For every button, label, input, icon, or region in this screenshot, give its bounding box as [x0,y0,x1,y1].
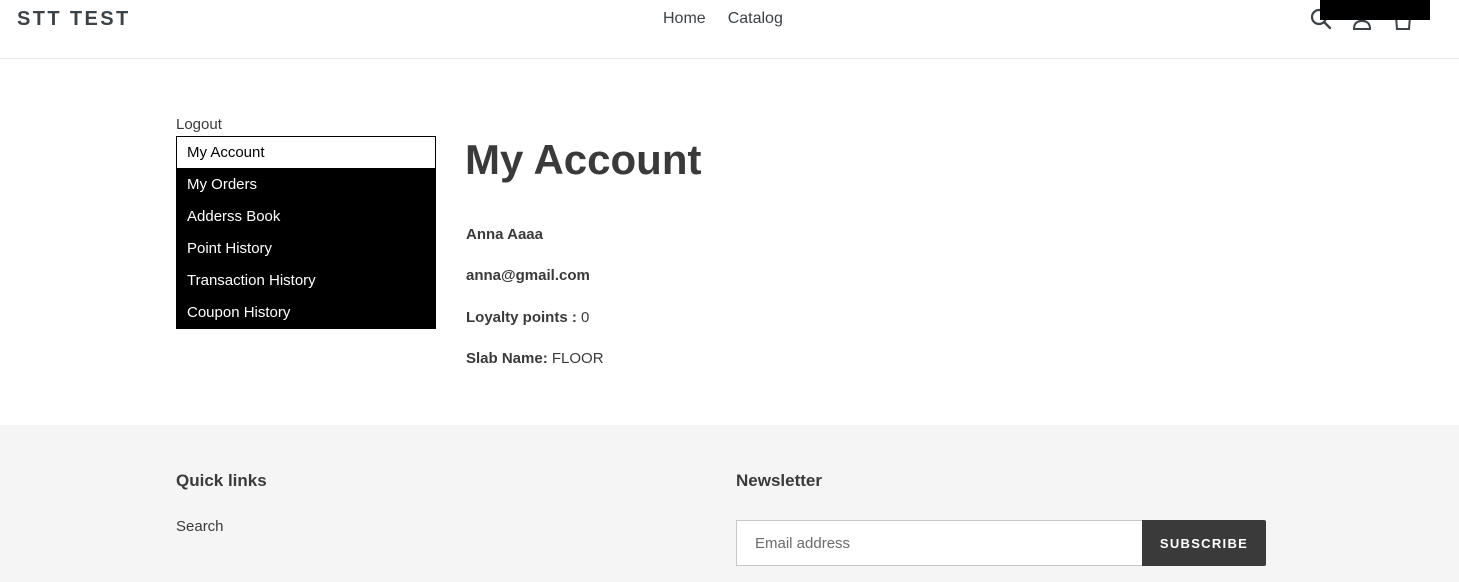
menu-item-coupon-history[interactable]: Coupon History [176,297,436,329]
menu-item-transaction-history[interactable]: Transaction History [176,265,436,297]
quick-links-heading: Quick links [176,471,267,490]
newsletter-heading: Newsletter [736,471,822,490]
subscribe-button[interactable]: SUBSCRIBE [1142,520,1266,566]
slab-name-value: FLOOR [551,350,604,367]
site-header: STT TEST Home Catalog [0,0,1459,59]
menu-item-my-account[interactable]: My Account [176,136,436,169]
footer-search-link[interactable]: Search [176,518,224,535]
menu-item-point-history[interactable]: Point History [176,233,436,265]
nav-home-link[interactable]: Home [663,10,706,28]
main-nav: Home Catalog [663,10,783,28]
site-logo[interactable]: STT TEST [17,8,131,30]
redaction-box [1320,0,1430,20]
menu-item-address-book[interactable]: Adderss Book [176,201,436,233]
customer-name: Anna Aaaa [466,226,543,243]
customer-email: anna@gmail.com [466,267,590,284]
newsletter-email-input[interactable] [736,520,1143,566]
logout-link[interactable]: Logout [176,116,222,133]
page-title: My Account [465,136,702,183]
slab-name-label: Slab Name: [466,350,548,367]
nav-catalog-link[interactable]: Catalog [728,10,783,28]
slab-name-row: Slab Name: FLOOR [466,350,604,368]
loyalty-points-row: Loyalty points : 0 [466,309,589,327]
menu-item-my-orders[interactable]: My Orders [176,169,436,201]
loyalty-points-label: Loyalty points : [466,309,577,326]
account-menu: My Account My Orders Adderss Book Point … [176,136,436,329]
loyalty-points-value: 0 [581,309,590,326]
site-footer: Quick links Search Newsletter SUBSCRIBE [0,425,1459,582]
